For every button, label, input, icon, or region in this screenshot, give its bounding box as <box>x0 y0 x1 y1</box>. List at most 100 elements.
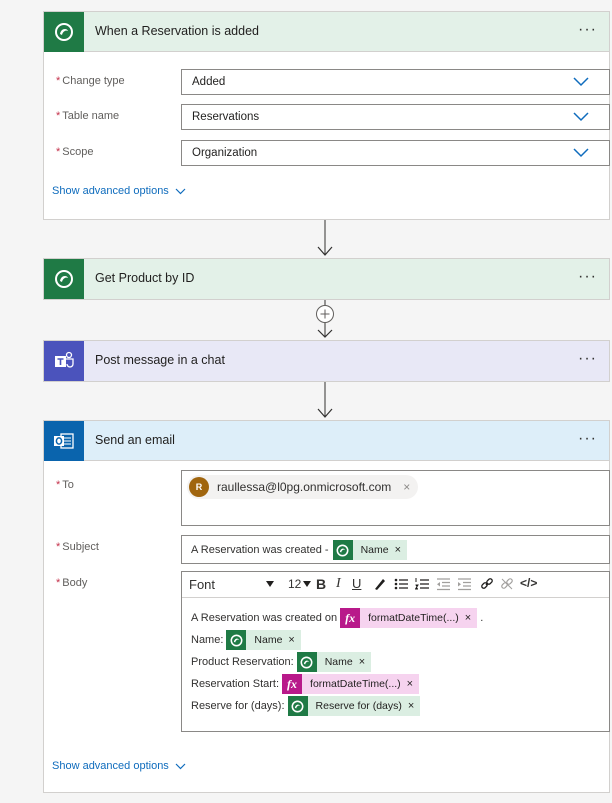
fx-icon: fx <box>282 674 303 694</box>
flow-connector-arrow <box>317 382 333 418</box>
remove-token-icon[interactable]: × <box>463 612 477 624</box>
body-line: Reservation Start: fx formatDateTime(...… <box>191 674 420 694</box>
post-message-card[interactable]: Post message in a chat ··· <box>43 340 610 382</box>
to-field[interactable]: R raullessa@l0pg.onmicrosoft.com × <box>181 470 610 526</box>
to-label: * To <box>56 479 74 491</box>
flow-connector-arrow <box>317 220 333 256</box>
table-name-value: Reservations <box>192 111 260 123</box>
remove-token-icon[interactable]: × <box>286 634 300 646</box>
subject-text: A Reservation was created - <box>191 544 329 556</box>
token-label: formatDateTime(...) <box>310 678 401 690</box>
body-editor[interactable]: Font 12 B I U </> A Reservation was crea… <box>181 571 610 732</box>
send-email-header[interactable]: Send an email ··· <box>44 421 609 461</box>
dynamic-content-token[interactable]: Name × <box>296 652 372 672</box>
get-product-card[interactable]: Get Product by ID ··· <box>43 258 610 300</box>
teams-icon <box>44 341 84 381</box>
body-text: Reservation Start: <box>191 678 280 690</box>
token-label: Name <box>360 544 389 556</box>
remove-token-icon[interactable]: × <box>406 700 420 712</box>
italic-button[interactable]: I <box>336 576 341 592</box>
token-label: Reserve for (days) <box>315 700 402 712</box>
dataverse-icon <box>332 540 353 560</box>
scope-dropdown[interactable]: Organization <box>181 140 610 166</box>
body-text: Reserve for (days): <box>191 700 285 712</box>
recipient-chip[interactable]: R raullessa@l0pg.onmicrosoft.com × <box>187 475 419 499</box>
post-message-header[interactable]: Post message in a chat ··· <box>44 341 609 381</box>
insert-step-plus-icon[interactable] <box>315 304 335 324</box>
subject-field[interactable]: A Reservation was created - Name × <box>181 535 610 564</box>
underline-button[interactable]: U <box>352 576 361 591</box>
outlook-icon <box>44 421 84 461</box>
dataverse-icon <box>296 652 317 672</box>
email-show-advanced-options[interactable]: Show advanced options <box>52 760 186 772</box>
body-label: * Body <box>56 577 88 589</box>
avatar: R <box>189 477 209 497</box>
show-advanced-label: Show advanced options <box>52 185 169 197</box>
decrease-indent-icon[interactable] <box>436 577 451 591</box>
body-text: A Reservation was created on <box>191 612 338 624</box>
expression-token[interactable]: fx formatDateTime(...) × <box>340 608 478 628</box>
dataverse-icon <box>44 259 84 299</box>
unlink-icon[interactable] <box>500 577 514 591</box>
chevron-down-icon <box>175 763 186 769</box>
trigger-card: When a Reservation is added ··· * Change … <box>43 11 610 220</box>
font-size-select[interactable]: 12 <box>288 577 301 591</box>
post-message-title: Post message in a chat <box>95 353 225 367</box>
body-text-period: . <box>480 612 484 624</box>
bold-button[interactable]: B <box>316 576 326 592</box>
chevron-down-icon <box>573 148 589 158</box>
increase-indent-icon[interactable] <box>457 577 472 591</box>
chevron-down-icon <box>175 188 186 194</box>
change-type-value: Added <box>192 76 226 88</box>
scope-value: Organization <box>192 147 258 159</box>
font-dropdown-arrow-icon[interactable] <box>266 581 274 587</box>
show-advanced-label: Show advanced options <box>52 760 169 772</box>
body-text: Name: <box>191 634 224 646</box>
get-product-more-button[interactable]: ··· <box>578 268 597 286</box>
link-icon[interactable] <box>480 577 494 591</box>
dataverse-icon <box>287 696 308 716</box>
trigger-card-header[interactable]: When a Reservation is added ··· <box>44 12 609 52</box>
post-message-more-button[interactable]: ··· <box>578 350 597 368</box>
dataverse-icon <box>44 12 84 52</box>
send-email-card: Send an email ··· * To R raullessa@l0pg.o… <box>43 420 610 793</box>
token-label: formatDateTime(...) <box>368 612 459 624</box>
bulleted-list-icon[interactable] <box>394 577 409 591</box>
send-email-title: Send an email <box>95 433 175 447</box>
get-product-title: Get Product by ID <box>95 271 195 285</box>
dynamic-content-token[interactable]: Name × <box>332 540 408 560</box>
table-name-label: * Table name <box>56 110 120 122</box>
editor-toolbar: Font 12 B I U </> <box>182 572 609 598</box>
font-family-select[interactable]: Font <box>189 577 215 592</box>
expression-token[interactable]: fx formatDateTime(...) × <box>282 674 420 694</box>
token-label: Name <box>254 634 283 646</box>
body-line: A Reservation was created on fx formatDa… <box>191 608 483 628</box>
remove-token-icon[interactable]: × <box>357 656 371 668</box>
remove-recipient-icon[interactable]: × <box>403 480 410 494</box>
code-view-button[interactable]: </> <box>520 576 537 590</box>
numbered-list-icon[interactable] <box>415 577 430 591</box>
get-product-header[interactable]: Get Product by ID ··· <box>44 259 609 299</box>
token-label: Name <box>324 656 353 668</box>
dynamic-content-token[interactable]: Reserve for (days) × <box>287 696 421 716</box>
body-line: Name: Name × <box>191 630 301 650</box>
dataverse-icon <box>226 630 247 650</box>
subject-label: * Subject <box>56 541 99 553</box>
chevron-down-icon <box>573 112 589 122</box>
recipient-email: raullessa@l0pg.onmicrosoft.com <box>217 480 392 494</box>
remove-token-icon[interactable]: × <box>393 544 407 556</box>
trigger-show-advanced-options[interactable]: Show advanced options <box>52 185 186 197</box>
remove-token-icon[interactable]: × <box>405 678 419 690</box>
trigger-more-button[interactable]: ··· <box>578 21 597 39</box>
dynamic-content-token[interactable]: Name × <box>226 630 301 650</box>
body-text: Product Reservation: <box>191 656 294 668</box>
size-dropdown-arrow-icon[interactable] <box>303 581 311 587</box>
table-name-dropdown[interactable]: Reservations <box>181 104 610 130</box>
change-type-label: * Change type <box>56 75 125 87</box>
trigger-title: When a Reservation is added <box>95 24 259 38</box>
change-type-dropdown[interactable]: Added <box>181 69 610 95</box>
fx-icon: fx <box>340 608 361 628</box>
body-line: Product Reservation: Name × <box>191 652 372 672</box>
send-email-more-button[interactable]: ··· <box>578 430 597 448</box>
font-color-icon[interactable] <box>373 577 387 591</box>
